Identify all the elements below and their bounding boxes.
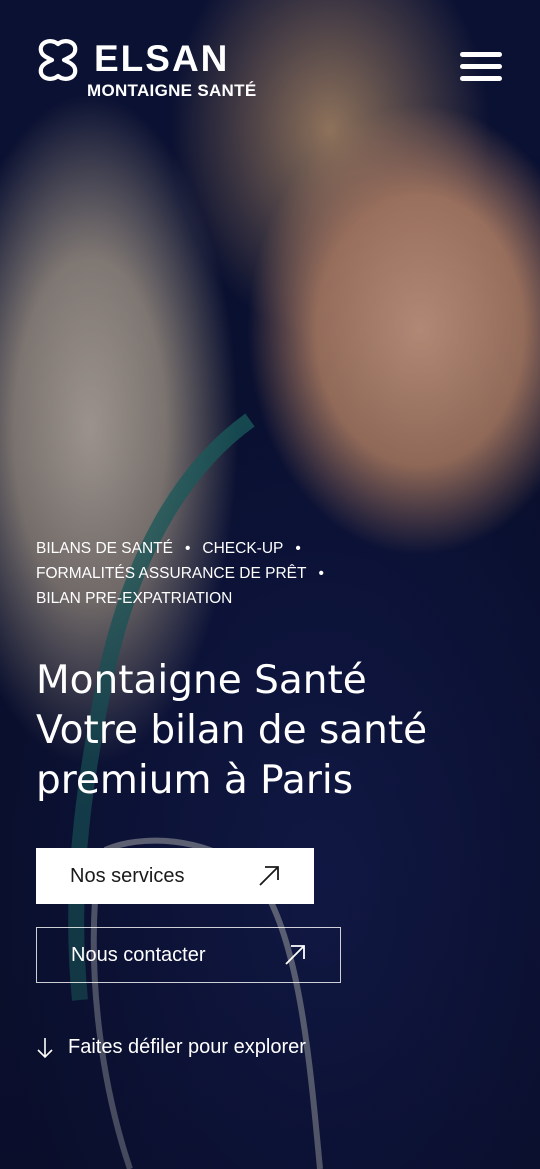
brand-logo[interactable]: ELSAN MONTAIGNE SANTÉ <box>36 38 256 101</box>
hero-title-line-2: Votre bilan de santé <box>36 708 428 754</box>
hero-title: Montaigne Santé Votre bilan de santé pre… <box>36 656 516 806</box>
scroll-hint-label: Faites défiler pour explorer <box>68 1036 306 1058</box>
tag-check-up[interactable]: CHECK-UP <box>202 540 283 557</box>
arrow-down-icon <box>37 1037 53 1058</box>
brand-subtitle: MONTAIGNE SANTÉ <box>87 81 257 100</box>
menu-button[interactable] <box>460 52 502 88</box>
tag-bilan-pre-expatriation[interactable]: BILAN PRE-EXPATRIATION <box>36 590 232 607</box>
arrow-up-right-icon <box>285 945 305 965</box>
arrow-up-right-icon <box>259 866 279 886</box>
contact-button[interactable]: Nous contacter <box>36 927 341 983</box>
services-button[interactable]: Nos services <box>36 848 314 904</box>
elsan-logo-icon <box>38 39 78 81</box>
service-tags: BILANS DE SANTÉ • CHECK-UP • FORMALITÉS ASS… <box>36 536 496 611</box>
tag-formalites-assurance[interactable]: FORMALITÉS ASSURANCE DE PRÊT <box>36 565 306 582</box>
hero-title-line-1: Montaigne Santé <box>36 658 367 704</box>
tag-separator: • <box>295 540 301 557</box>
services-button-label: Nos services <box>70 864 185 887</box>
site-header: ELSAN MONTAIGNE SANTÉ <box>0 0 540 130</box>
tag-separator: • <box>184 540 191 557</box>
hero-title-line-3: premium à Paris <box>36 758 354 804</box>
hamburger-menu-icon <box>460 52 502 81</box>
scroll-hint[interactable]: Faites défiler pour explorer <box>36 1036 306 1059</box>
tag-separator: • <box>318 565 324 582</box>
brand-name: ELSAN <box>94 38 230 79</box>
contact-button-label: Nous contacter <box>71 943 206 966</box>
tag-bilans-de-sante[interactable]: BILANS DE SANTÉ <box>36 540 173 557</box>
